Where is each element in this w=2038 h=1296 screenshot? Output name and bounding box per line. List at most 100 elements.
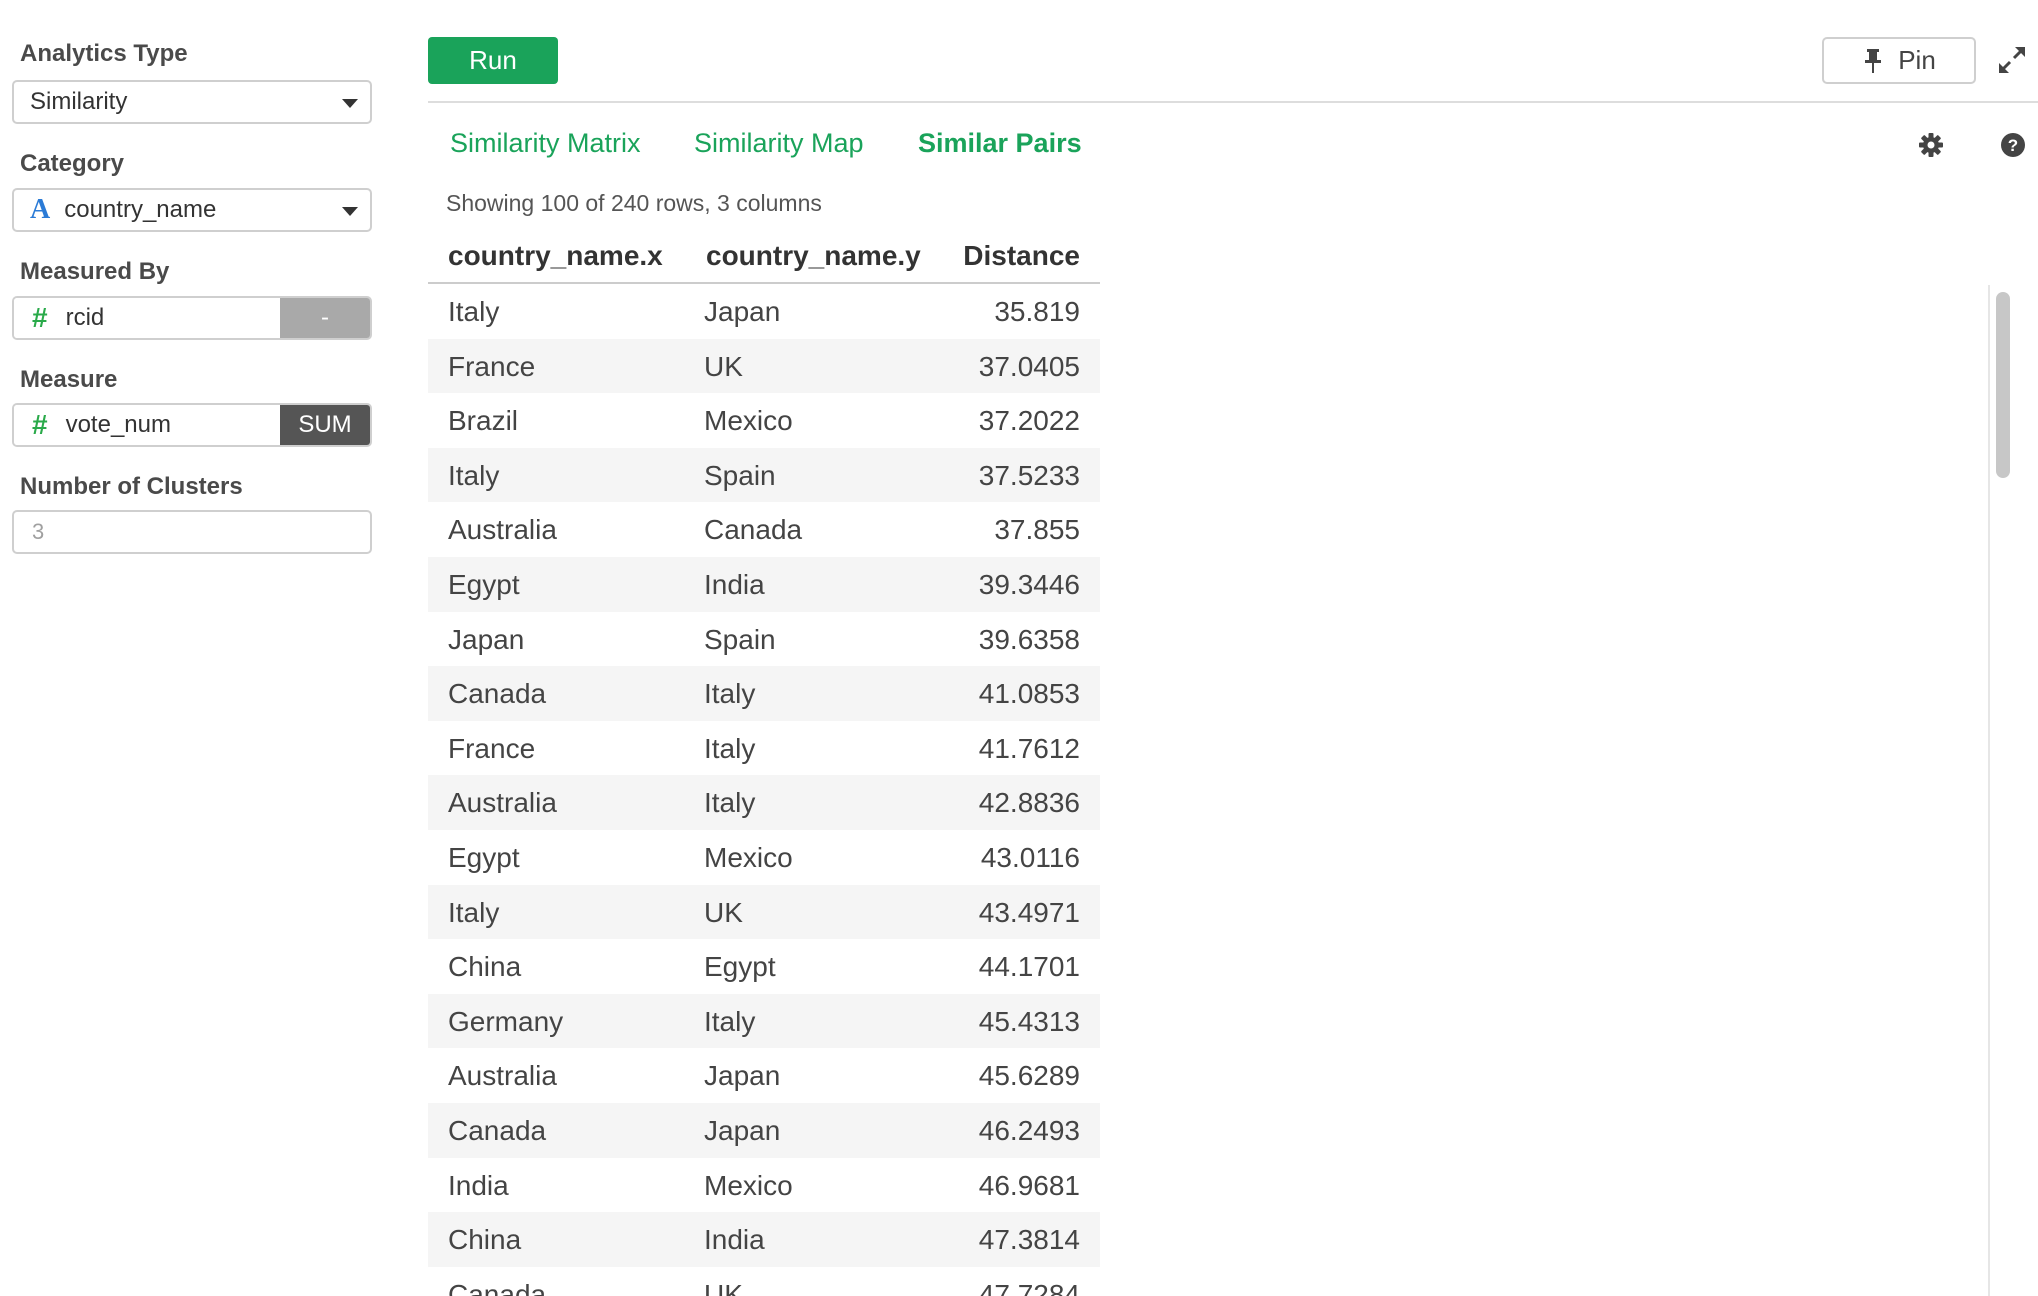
measured-by-value: rcid bbox=[65, 304, 105, 331]
analytics-type-value: Similarity bbox=[30, 88, 128, 115]
cell-country-name-y: Italy bbox=[704, 732, 756, 764]
table-row[interactable]: Italy Japan 35.819 bbox=[428, 284, 1100, 339]
cell-distance: 45.6289 bbox=[978, 1060, 1080, 1092]
cell-distance: 37.0405 bbox=[978, 350, 1080, 382]
help-icon[interactable]: ? bbox=[2000, 132, 2026, 158]
table-row[interactable]: Japan Spain 39.6358 bbox=[428, 612, 1100, 667]
clusters-label: Number of Clusters bbox=[20, 473, 243, 500]
clusters-input[interactable] bbox=[12, 510, 372, 554]
cell-country-name-y: Egypt bbox=[704, 951, 776, 983]
measure-aggregation-button[interactable]: SUM bbox=[280, 405, 370, 445]
gear-icon[interactable] bbox=[1918, 132, 1944, 158]
measured-by-field: # rcid - bbox=[12, 296, 372, 340]
measured-by-aggregation-button[interactable]: - bbox=[280, 298, 370, 338]
table-row[interactable]: Italy UK 43.4971 bbox=[428, 884, 1100, 940]
table-row[interactable]: Germany Italy 45.4313 bbox=[428, 993, 1100, 1049]
table-row[interactable]: Australia Italy 42.8836 bbox=[428, 775, 1100, 830]
cell-country-name-x: Canada bbox=[448, 1278, 547, 1296]
cell-distance: 39.3446 bbox=[978, 568, 1080, 600]
table-row[interactable]: Egypt India 39.3446 bbox=[428, 556, 1100, 612]
rows-summary: Showing 100 of 240 rows, 3 columns bbox=[446, 190, 822, 216]
svg-text:?: ? bbox=[2008, 136, 2018, 155]
column-header-distance[interactable]: Distance bbox=[963, 240, 1080, 272]
table-row[interactable]: India Mexico 46.9681 bbox=[428, 1158, 1100, 1213]
chevron-down-icon bbox=[342, 99, 358, 108]
table-row[interactable]: China Egypt 44.1701 bbox=[428, 939, 1100, 994]
table-row[interactable]: Australia Canada 37.855 bbox=[428, 502, 1100, 557]
cell-country-name-y: UK bbox=[704, 350, 743, 382]
cell-country-name-x: Egypt bbox=[448, 841, 520, 873]
pin-label: Pin bbox=[1898, 45, 1936, 75]
tab-similarity-matrix[interactable]: Similarity Matrix bbox=[450, 128, 641, 159]
cell-country-name-x: Italy bbox=[448, 896, 500, 928]
column-header-country-name-y[interactable]: country_name.y bbox=[706, 240, 921, 272]
measure-field: # vote_num SUM bbox=[12, 403, 372, 447]
category-select[interactable]: A country_name bbox=[12, 188, 372, 232]
cell-country-name-y: Spain bbox=[704, 623, 776, 655]
measure-select[interactable]: # vote_num bbox=[14, 405, 280, 445]
cell-country-name-y: Italy bbox=[704, 787, 756, 819]
cell-country-name-x: Canada bbox=[448, 1114, 547, 1146]
cell-country-name-x: Italy bbox=[448, 459, 500, 491]
cell-country-name-y: Italy bbox=[704, 678, 756, 710]
cell-distance: 43.4971 bbox=[978, 896, 1080, 928]
measure-value: vote_num bbox=[65, 411, 171, 438]
cell-distance: 41.0853 bbox=[978, 678, 1080, 710]
pin-icon bbox=[1865, 48, 1882, 73]
tab-similar-pairs[interactable]: Similar Pairs bbox=[918, 128, 1082, 159]
numeric-type-icon: # bbox=[32, 409, 48, 440]
cell-country-name-y: Japan bbox=[704, 296, 781, 327]
cell-country-name-y: Canada bbox=[704, 514, 803, 546]
table-row[interactable]: China India 47.3814 bbox=[428, 1212, 1100, 1267]
cell-country-name-x: France bbox=[448, 350, 536, 382]
cell-country-name-y: India bbox=[704, 568, 765, 600]
cell-country-name-x: China bbox=[448, 1224, 522, 1256]
table-row[interactable]: France Italy 41.7612 bbox=[428, 721, 1100, 776]
cell-country-name-y: Mexico bbox=[704, 841, 793, 873]
table-row[interactable]: Canada Japan 46.2493 bbox=[428, 1102, 1100, 1158]
measure-label: Measure bbox=[20, 366, 118, 393]
column-header-country-name-x[interactable]: country_name.x bbox=[448, 240, 663, 272]
cell-country-name-x: Egypt bbox=[448, 568, 520, 600]
cell-country-name-y: Japan bbox=[704, 1114, 781, 1146]
chevron-down-icon bbox=[342, 207, 358, 216]
cell-country-name-y: Mexico bbox=[704, 1169, 793, 1201]
cell-country-name-y: UK bbox=[704, 1278, 743, 1296]
cell-distance: 46.2493 bbox=[978, 1114, 1080, 1146]
analytics-view: Analytics Type Similarity Category A cou… bbox=[0, 0, 2038, 1296]
cell-distance: 47.7284 bbox=[978, 1278, 1080, 1296]
table-row[interactable]: Italy Spain 37.5233 bbox=[428, 447, 1100, 503]
cell-country-name-x: Canada bbox=[448, 678, 547, 710]
cell-distance: 37.855 bbox=[994, 514, 1080, 546]
expand-icon[interactable] bbox=[1996, 44, 2028, 76]
table-row[interactable]: France UK 37.0405 bbox=[428, 338, 1100, 394]
table-row[interactable]: Brazil Mexico 37.2022 bbox=[428, 393, 1100, 448]
cell-distance: 35.819 bbox=[994, 296, 1080, 327]
cell-distance: 37.2022 bbox=[978, 405, 1080, 437]
similar-pairs-table: country_name.x country_name.y Distance I… bbox=[428, 232, 1100, 1296]
cell-country-name-x: Brazil bbox=[448, 405, 519, 437]
table-row[interactable]: Australia Japan 45.6289 bbox=[428, 1048, 1100, 1103]
table-row[interactable]: Canada UK 47.7284 bbox=[428, 1267, 1100, 1296]
cell-country-name-x: Australia bbox=[448, 514, 557, 546]
numeric-type-icon: # bbox=[32, 302, 48, 333]
cell-country-name-x: China bbox=[448, 951, 522, 983]
table-row[interactable]: Egypt Mexico 43.0116 bbox=[428, 830, 1100, 885]
cell-distance: 41.7612 bbox=[978, 732, 1080, 764]
cell-distance: 45.4313 bbox=[978, 1005, 1080, 1037]
cell-distance: 39.6358 bbox=[978, 623, 1080, 655]
config-panel: Analytics Type Similarity Category A cou… bbox=[0, 0, 390, 1296]
measured-by-label: Measured By bbox=[20, 258, 170, 285]
analytics-type-label: Analytics Type bbox=[20, 40, 188, 67]
measured-by-select[interactable]: # rcid bbox=[14, 298, 280, 338]
scrollbar-thumb[interactable] bbox=[1996, 292, 2010, 478]
cell-distance: 43.0116 bbox=[980, 841, 1080, 873]
cell-distance: 42.8836 bbox=[978, 787, 1080, 819]
analytics-type-select[interactable]: Similarity bbox=[12, 80, 372, 124]
pin-button[interactable]: Pin bbox=[1822, 37, 1976, 84]
cell-distance: 46.9681 bbox=[978, 1169, 1080, 1201]
run-button[interactable]: Run bbox=[428, 37, 558, 84]
tab-similarity-map[interactable]: Similarity Map bbox=[694, 128, 864, 159]
cell-distance: 44.1701 bbox=[978, 951, 1080, 983]
table-row[interactable]: Canada Italy 41.0853 bbox=[428, 666, 1100, 721]
